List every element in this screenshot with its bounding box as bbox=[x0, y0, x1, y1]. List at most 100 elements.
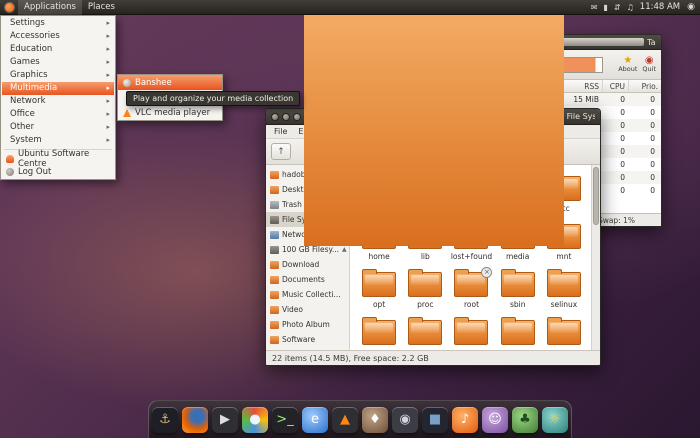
app-menu-item[interactable]: Games bbox=[2, 56, 114, 69]
sidebar-item[interactable]: Music Collecti... ▲ bbox=[266, 287, 349, 302]
app-menu-item[interactable]: Accessories bbox=[2, 30, 114, 43]
chat-icon[interactable]: ☺ bbox=[482, 407, 508, 433]
no-access-emblem-icon: × bbox=[481, 267, 492, 278]
media-player-icon[interactable]: ▶ bbox=[212, 407, 238, 433]
app-menu-item[interactable]: Network bbox=[2, 95, 114, 108]
sidebar-item[interactable]: Download ▲ bbox=[266, 257, 349, 272]
folder-item[interactable]: × sbin bbox=[495, 268, 541, 309]
task-prio: 0 bbox=[629, 173, 661, 182]
submenu-item-label: VLC media player bbox=[135, 108, 210, 118]
scrollbar-thumb[interactable] bbox=[593, 167, 599, 225]
file-manager-statusbar: 22 items (14.5 MB), Free space: 2.2 GB bbox=[266, 350, 600, 365]
task-cpu: 0 bbox=[603, 95, 629, 104]
folder-icon: × bbox=[362, 320, 396, 345]
folder-item[interactable]: × root bbox=[448, 268, 494, 309]
camera-icon[interactable]: ◉ bbox=[392, 407, 418, 433]
app-menu-item[interactable]: System bbox=[2, 134, 114, 147]
terminal-icon[interactable]: >_ bbox=[272, 407, 298, 433]
sidebar-item[interactable]: Documents ▲ bbox=[266, 272, 349, 287]
gimp-icon[interactable]: ♦ bbox=[362, 407, 388, 433]
maximize-button[interactable] bbox=[293, 113, 301, 121]
island-icon[interactable]: ☼ bbox=[542, 407, 568, 433]
firefox-icon[interactable] bbox=[182, 407, 208, 433]
column-header-cpu[interactable]: CPU bbox=[603, 80, 629, 93]
file-manager-window: File System - File Manager File Edit Vie… bbox=[265, 108, 601, 366]
sidebar-item[interactable]: Software ▲ bbox=[266, 332, 349, 347]
folder-item[interactable]: × bbox=[356, 316, 402, 350]
folder-icon: × bbox=[501, 320, 535, 345]
sidebar-item-label: Documents bbox=[282, 275, 325, 284]
sidebar-item-icon bbox=[270, 231, 279, 239]
applications-menu-button[interactable]: Applications bbox=[18, 0, 82, 15]
music-icon[interactable]: ♪ bbox=[452, 407, 478, 433]
app-menu-item[interactable]: Other bbox=[2, 121, 114, 134]
menu-item-icon bbox=[6, 155, 14, 163]
app-menu-footer-item[interactable]: Ubuntu Software Centre bbox=[2, 152, 114, 165]
sidebar-item-label: Software bbox=[282, 335, 315, 344]
folder-item[interactable]: × bbox=[402, 316, 448, 350]
folder-item[interactable]: × opt bbox=[356, 268, 402, 309]
applications-menu: Settings Accessories Education Games Gra… bbox=[0, 15, 116, 180]
task-cpu: 0 bbox=[603, 121, 629, 130]
sidebar-item[interactable]: Video ▲ bbox=[266, 302, 349, 317]
folder-name: root bbox=[464, 300, 479, 309]
swap-status: Swap: 1% bbox=[598, 216, 635, 225]
film-icon[interactable]: ■ bbox=[422, 407, 448, 433]
sidebar-item-label: Photo Album bbox=[282, 320, 330, 329]
folder-item[interactable]: × bbox=[541, 316, 587, 350]
banshee-icon bbox=[123, 79, 131, 87]
task-cpu: 0 bbox=[603, 160, 629, 169]
volume-icon[interactable]: ♫ bbox=[627, 0, 634, 15]
battery-icon[interactable]: ▮ bbox=[604, 0, 608, 15]
folder-icon: × bbox=[408, 320, 442, 345]
folder-icon: × bbox=[454, 320, 488, 345]
network-icon[interactable]: ⇵ bbox=[614, 0, 621, 15]
clock[interactable]: 11:48 AM bbox=[640, 2, 680, 12]
folder-item[interactable]: × bbox=[495, 316, 541, 350]
app-menu-item[interactable]: Graphics bbox=[2, 69, 114, 82]
menubar-item[interactable]: File bbox=[269, 125, 292, 139]
app-menu-item[interactable]: Settings bbox=[2, 17, 114, 30]
folder-item[interactable]: × proc bbox=[402, 268, 448, 309]
sidebar-item-icon bbox=[270, 171, 279, 179]
eject-icon[interactable]: ▲ bbox=[342, 246, 347, 253]
top-panel: Applications Places ✉ ▮ ⇵ ♫ 11:48 AM ◉ bbox=[0, 0, 700, 15]
app-menu-item[interactable]: Education bbox=[2, 43, 114, 56]
app-menu-item[interactable]: Multimedia bbox=[2, 82, 114, 95]
sidebar-item-label: Video bbox=[282, 305, 303, 314]
power-menu-icon[interactable]: ◉ bbox=[687, 0, 695, 15]
task-cpu: 0 bbox=[603, 134, 629, 143]
tree-icon[interactable]: ♣ bbox=[512, 407, 538, 433]
sidebar-item-label: 100 GB Filesy... bbox=[282, 245, 339, 254]
vertical-scrollbar[interactable] bbox=[591, 165, 600, 350]
minimize-button[interactable] bbox=[282, 113, 290, 121]
task-prio: 0 bbox=[629, 121, 661, 130]
submenu-item-label: Banshee bbox=[135, 78, 172, 88]
task-cpu: 0 bbox=[603, 173, 629, 182]
app-menu-item[interactable]: Office bbox=[2, 108, 114, 121]
task-prio: 0 bbox=[629, 186, 661, 195]
task-prio: 0 bbox=[629, 95, 661, 104]
folder-item[interactable]: × selinux bbox=[541, 268, 587, 309]
file-manager-titlebar[interactable]: File System - File Manager bbox=[266, 109, 600, 125]
vlc-cone-icon bbox=[123, 109, 131, 117]
about-button[interactable]: ★ About bbox=[618, 55, 637, 73]
mail-icon[interactable]: ✉ bbox=[591, 0, 598, 15]
browser-icon[interactable]: ● bbox=[242, 407, 268, 433]
task-cpu: 0 bbox=[603, 147, 629, 156]
dock-anchor-icon[interactable]: ⚓ bbox=[152, 407, 178, 433]
email-icon[interactable]: e bbox=[302, 407, 328, 433]
quit-button[interactable]: ◉ Quit bbox=[642, 55, 656, 73]
submenu-item-vlc[interactable]: VLC media player bbox=[118, 105, 222, 120]
sidebar-item[interactable]: Photo Album ▲ bbox=[266, 317, 349, 332]
submenu-item-banshee[interactable]: Banshee bbox=[118, 75, 222, 90]
folder-name: mnt bbox=[556, 252, 571, 261]
go-up-button[interactable]: ↑ bbox=[271, 143, 291, 160]
sidebar-item-icon bbox=[270, 321, 279, 329]
places-menu-button[interactable]: Places bbox=[82, 0, 121, 15]
column-header-prio[interactable]: Prio. bbox=[629, 80, 661, 93]
system-tray: ✉ ▮ ⇵ ♫ bbox=[591, 0, 634, 15]
close-button[interactable] bbox=[271, 113, 279, 121]
vlc-icon[interactable]: ▲ bbox=[332, 407, 358, 433]
folder-item[interactable]: × bbox=[448, 316, 494, 350]
